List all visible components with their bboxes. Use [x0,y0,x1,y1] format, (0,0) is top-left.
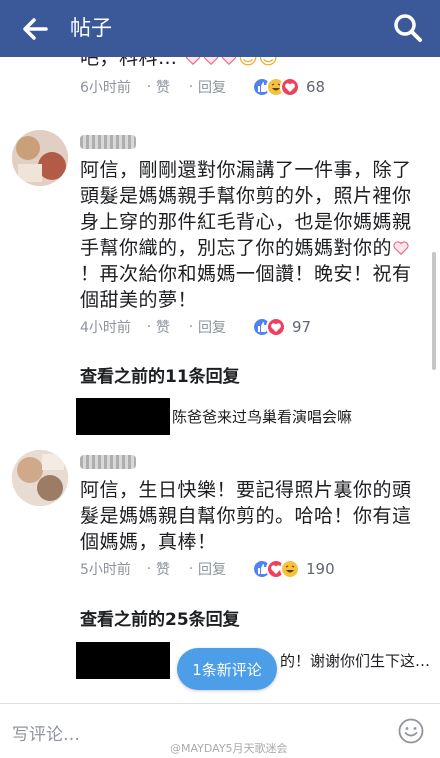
comment-text-partial: 吧，科科… ☺☺ [80,57,420,71]
comment-text: 阿信，生日快樂！要記得照片裏你的頭髮是媽媽親自幫你剪的。哈哈！你有這個媽媽，真棒… [80,479,412,553]
like-button[interactable]: 赞 [156,559,184,579]
new-comment-button[interactable]: 1条新评论 [177,648,277,690]
avatar[interactable] [12,130,68,186]
comment-time: 4小时前 [80,320,131,336]
reply-text: 陈爸爸来过鸟巢看演唱会嘛 [172,408,353,426]
reaction-summary[interactable]: 68 [252,77,325,97]
reaction-summary[interactable]: 97 [252,317,311,337]
love-reaction-icon [266,317,286,337]
comment-time: 5小时前 [80,562,131,578]
smiley-face-icon[interactable] [398,718,424,744]
reaction-count: 68 [306,78,326,96]
author-name-redacted[interactable] [80,135,136,149]
reaction-summary[interactable]: 190 [252,559,335,579]
reaction-count: 190 [306,560,335,578]
top-app-bar: 帖子 [0,0,440,57]
avatar[interactable] [12,450,68,506]
redacted-avatar-name [76,398,170,435]
heart-icon [221,57,237,66]
arrow-left-icon[interactable] [20,14,50,44]
heart-icon [203,57,219,66]
page-title: 帖子 [70,16,112,40]
comment-time: 6小时前 [80,80,131,96]
like-button[interactable]: 赞 [156,317,184,337]
grin-emoji-icon: ☺☺ [238,57,279,69]
reply-preview[interactable]: 陈爸爸来过鸟巢看演唱会嘛 [76,398,352,435]
search-icon[interactable] [392,12,424,44]
comment-meta: 6小时前 · 赞 · 回复 68 [80,77,326,97]
watermark: @MAYDAY5月天歌迷会 [170,742,288,755]
author-name-redacted[interactable] [80,455,136,469]
love-reaction-icon [280,77,300,97]
view-previous-replies[interactable]: 查看之前的11条回复 [80,362,240,387]
comment-text: 吧，科科… [80,57,178,69]
comment-meta: 4小时前 · 赞 · 回复 97 [80,317,312,337]
comment-text: 阿信，剛剛還對你漏講了一件事，除了頭髮是媽媽親手幫你剪的外，照片裡你身上穿的那件… [80,159,412,311]
scrollbar-thumb[interactable] [432,252,436,370]
haha-reaction-icon [280,559,300,579]
reply-button[interactable]: 回复 [198,559,246,579]
comments-feed[interactable]: 吧，科科… ☺☺ 6小时前 · 赞 · 回复 68 阿信，剛剛還對你漏講了一件事… [0,57,440,703]
reply-button[interactable]: 回复 [198,77,246,97]
comment-meta: 5小时前 · 赞 · 回复 190 [80,559,335,579]
view-previous-replies[interactable]: 查看之前的25条回复 [80,605,240,630]
heart-icon [393,241,409,256]
redacted-avatar-name [76,642,170,679]
heart-icon [185,57,201,66]
comment-input[interactable]: 写评论… [12,720,80,745]
reaction-count: 97 [292,318,312,336]
reply-text: 的！谢谢你们生下这… [280,652,431,670]
like-button[interactable]: 赞 [156,77,184,97]
reply-button[interactable]: 回复 [198,317,246,337]
